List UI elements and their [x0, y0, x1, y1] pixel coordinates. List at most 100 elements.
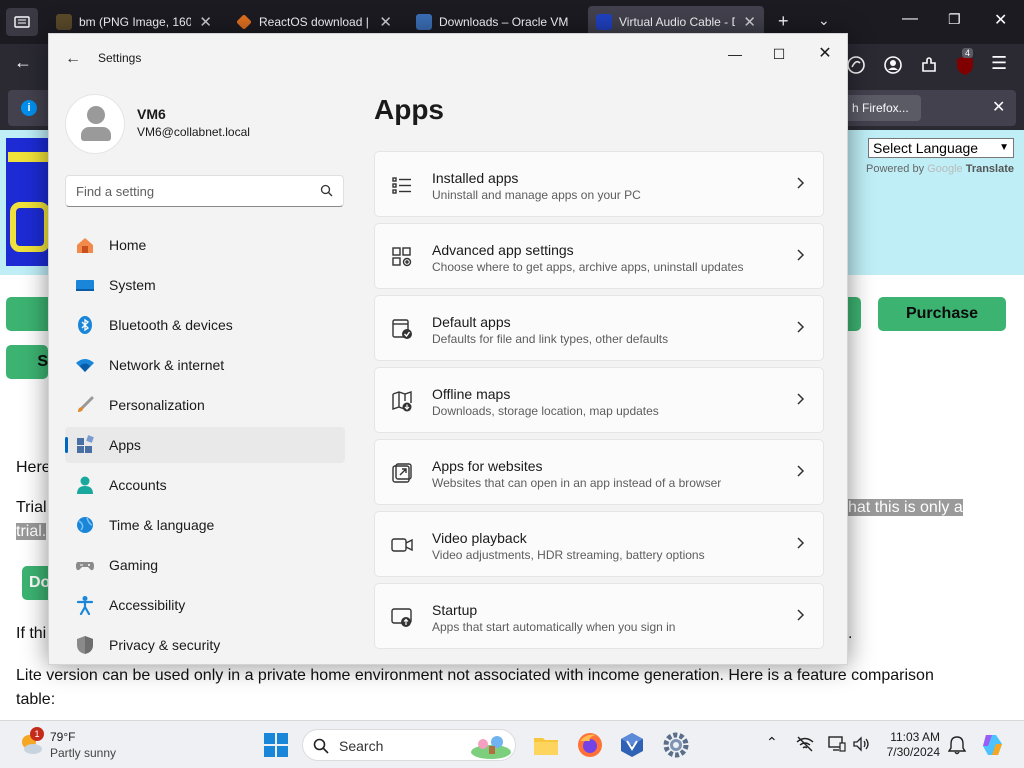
chevron-right-icon	[797, 537, 805, 549]
card-installed-apps[interactable]: Installed apps Uninstall and manage apps…	[374, 151, 824, 217]
notification-bell-icon[interactable]	[948, 735, 966, 755]
close-notification-icon[interactable]: ✕	[992, 97, 1005, 117]
default-apps-icon	[392, 319, 412, 339]
back-arrow-icon[interactable]: ←	[65, 50, 81, 68]
card-apps-for-websites[interactable]: Apps for websites Websites that can open…	[374, 439, 824, 505]
nav-item-apps[interactable]: Apps	[65, 427, 345, 463]
tab-favicon-icon	[236, 14, 252, 30]
taskbar-clock[interactable]: 11:03 AM 7/30/2024	[884, 730, 940, 760]
language-select[interactable]: Select Language ▼	[868, 138, 1014, 158]
nav-item-network[interactable]: Network & internet	[65, 347, 345, 383]
show-hidden-icons-chevron-icon[interactable]: ⌃	[766, 734, 778, 751]
account-icon[interactable]	[883, 55, 903, 75]
ublock-extension-button[interactable]: 4	[955, 48, 975, 76]
nav-label: Bluetooth & devices	[109, 317, 233, 333]
nav-item-time-language[interactable]: Time & language	[65, 507, 345, 543]
maximize-window-icon[interactable]: ☐	[757, 40, 801, 68]
chevron-right-icon	[797, 177, 805, 189]
menu-icon[interactable]: ☰	[991, 53, 1007, 74]
chevron-right-icon	[797, 465, 805, 477]
close-window-icon[interactable]: ✕	[803, 40, 847, 68]
wifi-icon	[76, 359, 94, 372]
search-placeholder: Find a setting	[76, 184, 155, 199]
minimize-browser-icon[interactable]: —	[902, 10, 918, 28]
card-subtitle: Uninstall and manage apps on your PC	[432, 188, 641, 202]
paragraph-lite-line2: table:	[16, 691, 56, 708]
weather-temp: 79°F	[50, 730, 76, 744]
nav-item-personalization[interactable]: Personalization	[65, 387, 345, 423]
card-startup[interactable]: Startup Apps that start automatically wh…	[374, 583, 824, 649]
card-subtitle: Websites that can open in an app instead…	[432, 476, 722, 490]
nav-item-gaming[interactable]: Gaming	[65, 547, 345, 583]
nav-label: Privacy & security	[109, 637, 221, 653]
back-icon[interactable]: ←	[14, 52, 32, 73]
card-subtitle: Choose where to get apps, archive apps, …	[432, 260, 744, 274]
nav-item-privacy-security[interactable]: Privacy & security	[65, 627, 345, 663]
extensions-icon[interactable]	[919, 55, 939, 75]
settings-nav: Home System Bluetooth & devices Network …	[65, 227, 345, 664]
file-explorer-icon[interactable]	[532, 731, 560, 759]
tab-favicon-icon	[416, 14, 432, 30]
nav-label: Gaming	[109, 557, 159, 573]
logo-cable-shape	[8, 152, 48, 162]
system-icon	[76, 280, 94, 291]
display-icon[interactable]	[828, 735, 846, 753]
purchase-button[interactable]: Purchase	[878, 297, 1006, 331]
settings-gear-icon[interactable]	[662, 731, 690, 759]
minimize-window-icon[interactable]: —	[713, 40, 757, 68]
nav-label: Network & internet	[109, 357, 225, 373]
settings-window: ← Settings — ☐ ✕ VM6 VM6@collabnet.local…	[48, 33, 848, 665]
bluetooth-icon	[78, 316, 92, 334]
taskbar-search[interactable]: Search	[302, 729, 516, 761]
close-browser-icon[interactable]: ✕	[994, 10, 1007, 30]
page-title: Apps	[374, 94, 444, 125]
chevron-right-icon	[797, 321, 805, 333]
active-indicator	[65, 437, 68, 453]
window-title: Settings	[98, 51, 142, 65]
chevron-right-icon	[797, 249, 805, 261]
new-tab-icon[interactable]: +	[778, 11, 789, 32]
green-button[interactable]: S	[6, 345, 48, 379]
nav-item-bluetooth[interactable]: Bluetooth & devices	[65, 307, 345, 343]
card-default-apps[interactable]: Default apps Defaults for file and link …	[374, 295, 824, 361]
close-tab-icon[interactable]: ✕	[199, 13, 212, 31]
firefox-view-icon[interactable]	[846, 55, 866, 75]
windows-start-icon[interactable]	[264, 733, 288, 757]
notification-action-button[interactable]: h Firefox...	[840, 95, 921, 121]
find-setting-input[interactable]: Find a setting	[65, 175, 344, 207]
settings-title-bar: ← Settings — ☐ ✕	[49, 34, 847, 82]
nav-item-system[interactable]: System	[65, 267, 345, 303]
close-tab-icon[interactable]: ✕	[379, 13, 392, 31]
translate-link[interactable]: Translate	[966, 163, 1014, 175]
card-title: Offline maps	[432, 386, 511, 402]
site-logo	[6, 138, 50, 266]
nav-item-accessibility[interactable]: Accessibility	[65, 587, 345, 623]
volume-icon[interactable]	[852, 736, 870, 752]
close-tab-icon[interactable]: ✕	[743, 13, 756, 31]
nav-item-accounts[interactable]: Accounts	[65, 467, 345, 503]
virtualbox-icon[interactable]	[618, 731, 646, 759]
chevron-down-icon[interactable]: ⌄	[818, 12, 830, 29]
nav-label: Apps	[109, 437, 141, 453]
windows-taskbar: 1 79°F Partly sunny Search ⌃ 11:03 AM 7/…	[0, 720, 1024, 768]
globe-clock-icon	[77, 517, 93, 533]
network-disconnected-icon[interactable]	[796, 736, 814, 752]
card-offline-maps[interactable]: Offline maps Downloads, storage location…	[374, 367, 824, 433]
powered-by-google: Powered by Google Translate	[866, 163, 1014, 175]
restore-browser-icon[interactable]: ❐	[948, 11, 961, 28]
card-video-playback[interactable]: Video playback Video adjustments, HDR st…	[374, 511, 824, 577]
tab-title: Downloads – Oracle VM	[439, 15, 569, 29]
firefox-icon[interactable]	[576, 731, 604, 759]
nav-item-home[interactable]: Home	[65, 227, 345, 263]
copilot-icon[interactable]	[980, 732, 1006, 758]
card-advanced-app-settings[interactable]: Advanced app settings Choose where to ge…	[374, 223, 824, 289]
app-gear-icon	[392, 247, 412, 267]
card-subtitle: Downloads, storage location, map updates	[432, 404, 659, 418]
list-all-tabs-button[interactable]	[6, 8, 38, 36]
logo-ring-shape	[10, 202, 50, 252]
home-icon	[77, 238, 93, 253]
card-subtitle: Apps that start automatically when you s…	[432, 620, 676, 634]
language-select-value: Select Language	[873, 140, 979, 156]
nav-label: Accounts	[109, 477, 167, 493]
paragraph-here: Here	[16, 459, 51, 476]
